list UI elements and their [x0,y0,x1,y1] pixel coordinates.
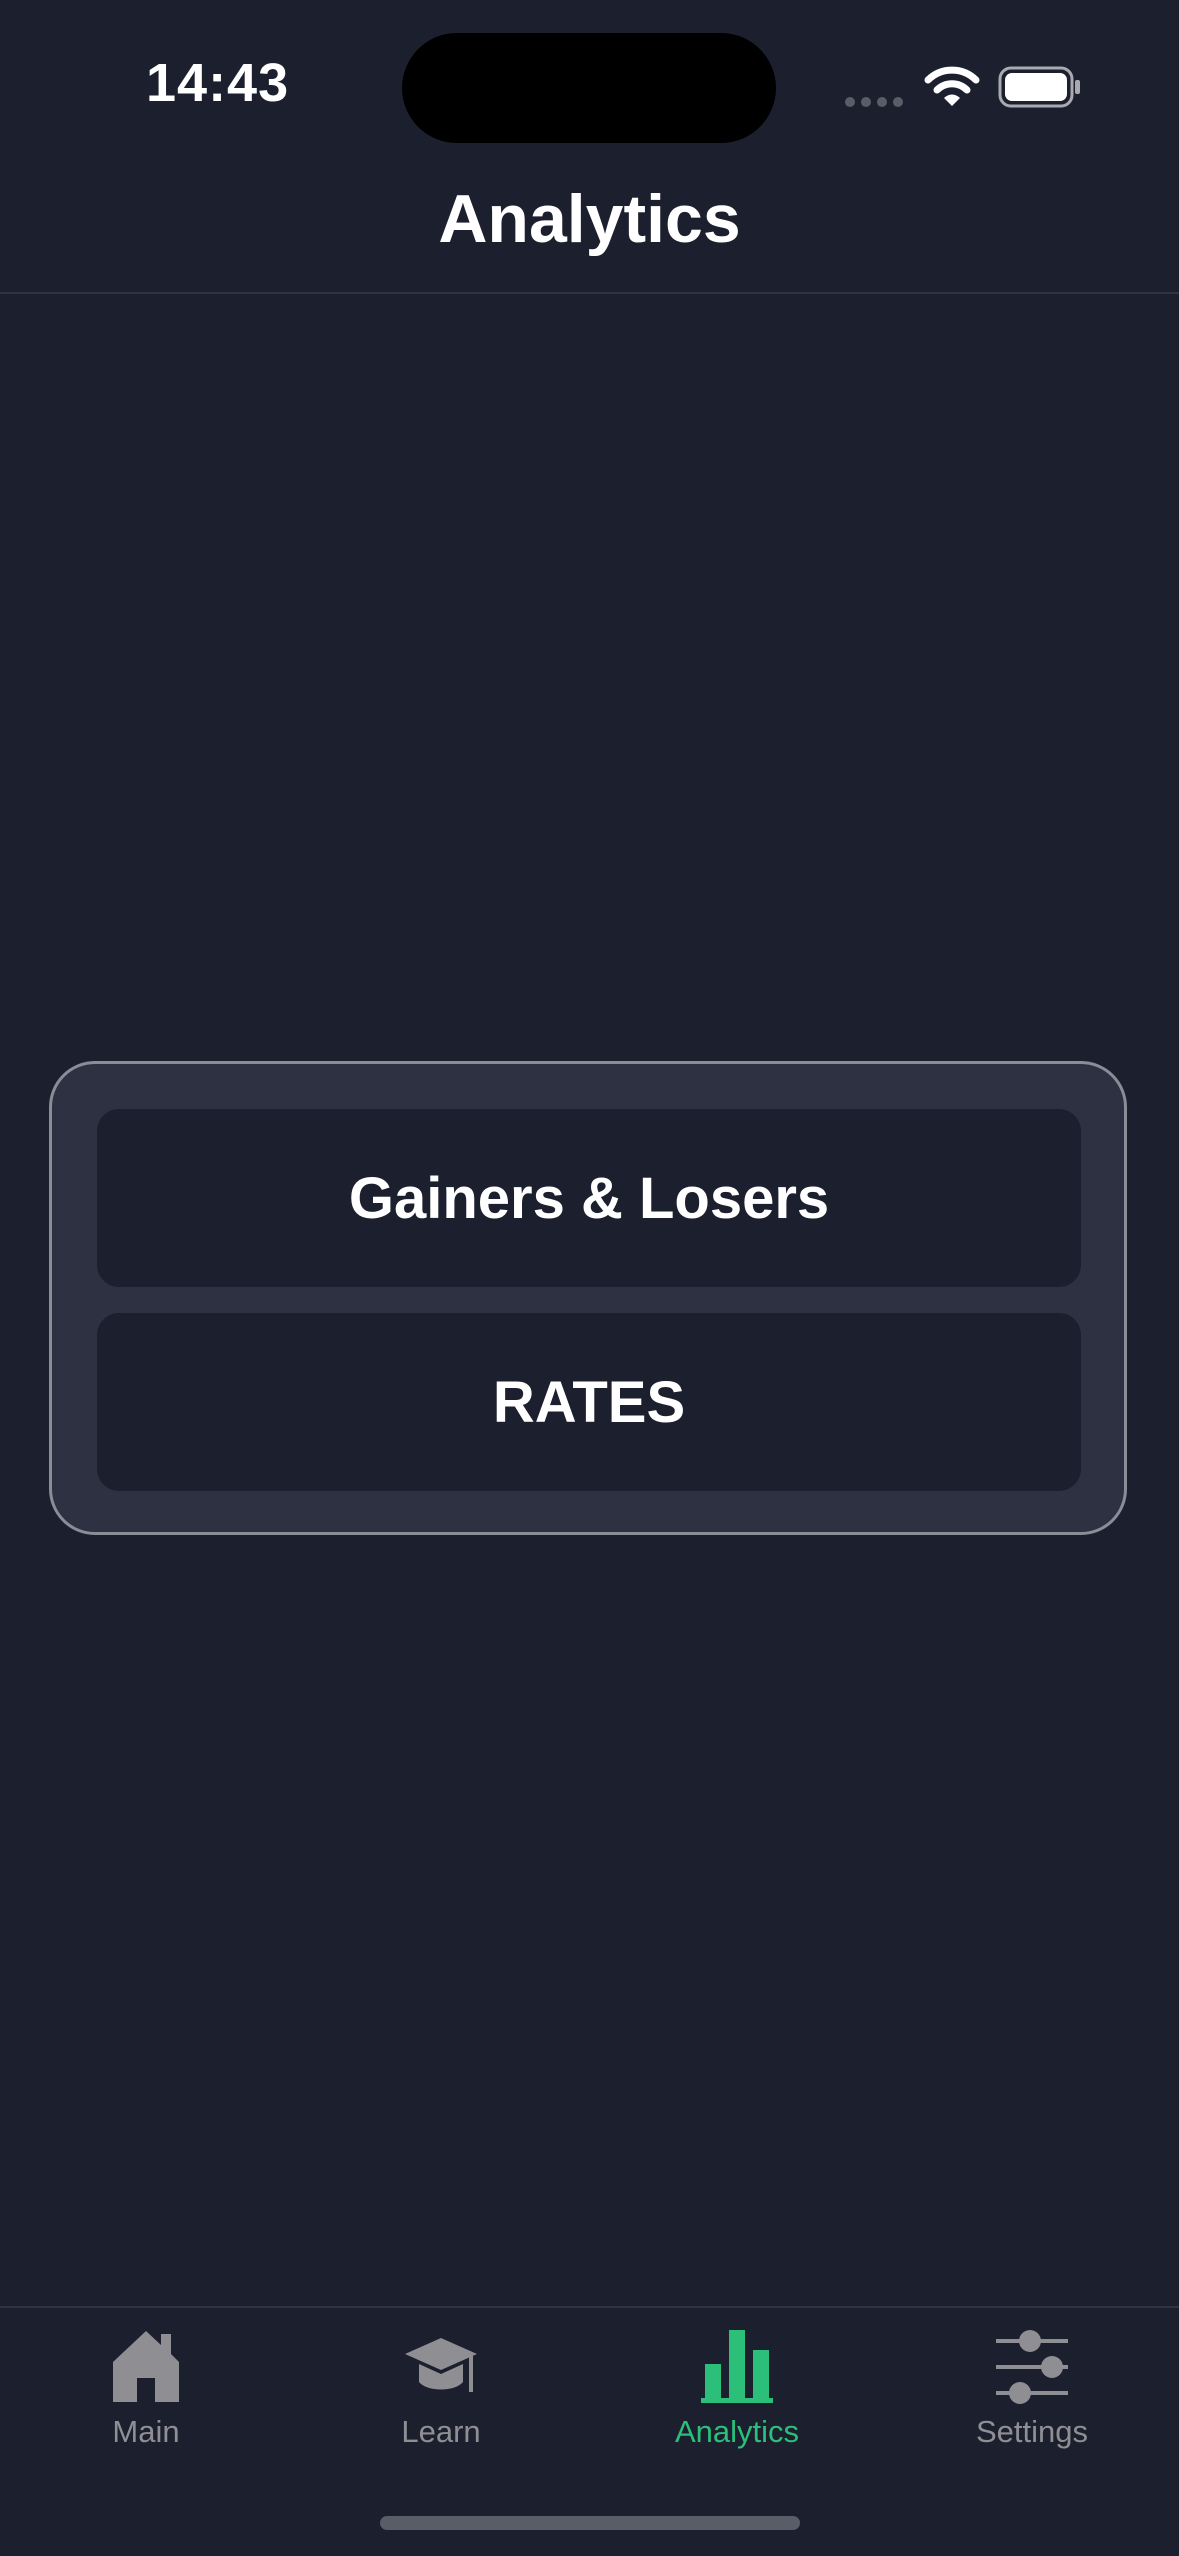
bar-chart-icon [701,2330,773,2403]
sliders-icon [996,2330,1068,2404]
nav-divider [0,292,1179,294]
tab-analytics-label: Analytics [674,2414,800,2449]
analytics-screen: 14:43 Analytics Gainers & Losers RATES M… [0,0,1179,2556]
home-indicator [380,2516,800,2530]
tab-learn[interactable]: Learn [321,2328,561,2478]
page-title: Analytics [438,181,741,257]
tab-main-label: Main [112,2414,180,2449]
tab-learn-label: Learn [401,2414,481,2449]
gainers-losers-button[interactable]: Gainers & Losers [97,1109,1081,1287]
rates-button[interactable]: RATES [97,1313,1081,1491]
battery-icon [998,66,1080,108]
wifi-icon [924,66,980,106]
tab-main[interactable]: Main [26,2328,266,2478]
tab-settings-label: Settings [975,2414,1088,2449]
graduation-cap-icon [405,2338,477,2392]
analytics-menu-card: Gainers & Losers RATES [49,1061,1127,1535]
dynamic-island [402,33,776,143]
cellular-signal-icon [845,97,903,107]
tab-settings[interactable]: Settings [912,2328,1152,2478]
status-time: 14:43 [146,53,290,113]
tab-analytics[interactable]: Analytics [617,2328,857,2478]
house-icon [113,2331,179,2402]
